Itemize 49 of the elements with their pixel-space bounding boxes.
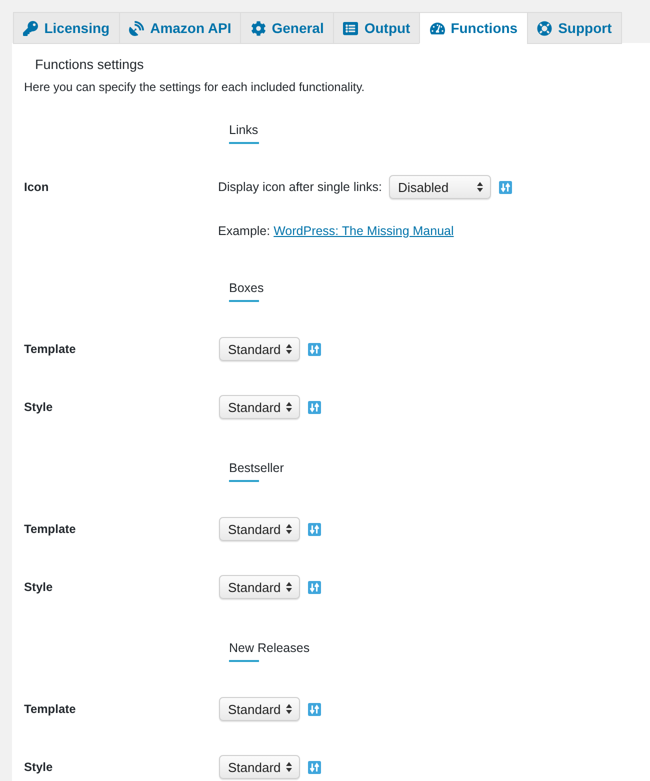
gear-icon	[250, 20, 266, 36]
setting-prompt: Display icon after single links:	[218, 179, 382, 195]
section-heading: Boxes	[229, 280, 264, 296]
tab[interactable]: Support	[526, 12, 622, 44]
dropdown[interactable]: Standard	[219, 337, 300, 361]
section-heading: New Releases	[229, 640, 310, 656]
panel-title: Functions settings	[34, 56, 145, 73]
setting-label: Style	[24, 579, 53, 595]
setting-label: Template	[24, 521, 76, 537]
up-down-caret-icon	[286, 762, 292, 772]
section-heading: Links	[229, 122, 258, 138]
example-link[interactable]: WordPress: The Missing Manual	[274, 224, 454, 238]
up-down-caret-icon	[286, 524, 292, 534]
up-down-caret-icon	[286, 402, 292, 412]
up-down-caret-icon	[286, 704, 292, 714]
up-down-arrows-icon[interactable]	[308, 702, 321, 716]
list-icon	[343, 20, 358, 36]
gauge-icon	[430, 20, 445, 36]
setting-label: Style	[24, 399, 53, 415]
dropdown[interactable]: Standard	[219, 517, 300, 541]
setting-label: Template	[24, 341, 76, 357]
tab[interactable]: Functions	[419, 12, 528, 44]
example-text: Example: WordPress: The Missing Manual	[218, 223, 455, 239]
up-down-caret-icon	[286, 582, 292, 592]
section-heading: Bestseller	[229, 460, 284, 476]
dropdown[interactable]: Disabled	[388, 175, 491, 199]
up-down-arrows-icon[interactable]	[308, 760, 321, 774]
dropdown[interactable]: Standard	[219, 697, 300, 721]
tab[interactable]: Output	[333, 12, 420, 44]
dropdown[interactable]: Standard	[219, 755, 300, 779]
dropdown[interactable]: Standard	[219, 395, 300, 419]
up-down-arrows-icon[interactable]	[498, 180, 512, 194]
lifebuoy-icon	[537, 20, 552, 36]
tab[interactable]: Amazon API	[118, 12, 242, 44]
setting-label: Icon	[24, 179, 49, 195]
up-down-arrows-icon[interactable]	[308, 580, 321, 594]
key-icon	[23, 20, 38, 36]
tab[interactable]: Licensing	[13, 12, 120, 44]
up-down-arrows-icon[interactable]	[308, 400, 321, 414]
up-down-arrows-icon[interactable]	[308, 522, 321, 536]
tab[interactable]: General	[240, 12, 334, 44]
up-down-caret-icon	[286, 344, 292, 354]
setting-label: Style	[24, 759, 53, 775]
up-down-caret-icon	[476, 182, 483, 192]
panel-description: Here you can specify the settings for each included functionality.	[24, 79, 366, 95]
setting-label: Template	[24, 701, 76, 717]
up-down-arrows-icon[interactable]	[308, 342, 321, 356]
dropdown[interactable]: Standard	[219, 575, 300, 599]
satellite-dish-icon	[129, 20, 144, 36]
